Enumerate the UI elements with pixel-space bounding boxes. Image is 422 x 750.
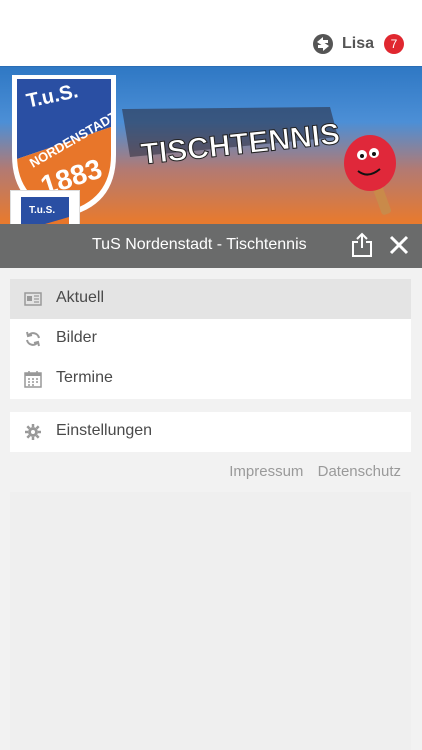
calendar-icon [24, 371, 42, 388]
share-icon[interactable] [350, 232, 374, 258]
main-menu: Aktuell Bilder Termine [10, 279, 411, 399]
notification-badge[interactable]: 7 [384, 34, 404, 54]
menu-item-termine[interactable]: Termine [10, 359, 411, 399]
impressum-link[interactable]: Impressum [229, 463, 303, 480]
user-account[interactable]: Lisa 7 [312, 33, 404, 55]
content-area [10, 492, 411, 750]
app-title: TuS Nordenstadt - Tischtennis [92, 236, 307, 253]
user-name: Lisa [341, 35, 374, 52]
menu-item-einstellungen[interactable]: Einstellungen [10, 412, 411, 452]
svg-text:T.u.S.: T.u.S. [29, 205, 55, 216]
gear-icon [25, 424, 41, 440]
settings-menu: Einstellungen [10, 412, 411, 452]
menu-item-label: Aktuell [56, 289, 105, 306]
menu-item-bilder[interactable]: Bilder [10, 319, 411, 359]
datenschutz-link[interactable]: Datenschutz [318, 463, 401, 480]
newspaper-icon [24, 292, 42, 306]
paddle-mascot [344, 135, 396, 215]
menu-item-label: Bilder [56, 329, 97, 346]
sync-person-icon [312, 34, 333, 54]
refresh-icon [26, 331, 40, 347]
menu-item-aktuell[interactable]: Aktuell [10, 279, 411, 319]
menu-item-label: Termine [56, 369, 113, 386]
drawer-title-bar: TuS Nordenstadt - Tischtennis [0, 224, 422, 268]
menu-item-label: Einstellungen [56, 422, 153, 439]
top-bar: Lisa 7 [0, 0, 422, 66]
footer-links: Impressum Datenschutz [219, 463, 401, 480]
close-icon[interactable] [388, 234, 410, 256]
